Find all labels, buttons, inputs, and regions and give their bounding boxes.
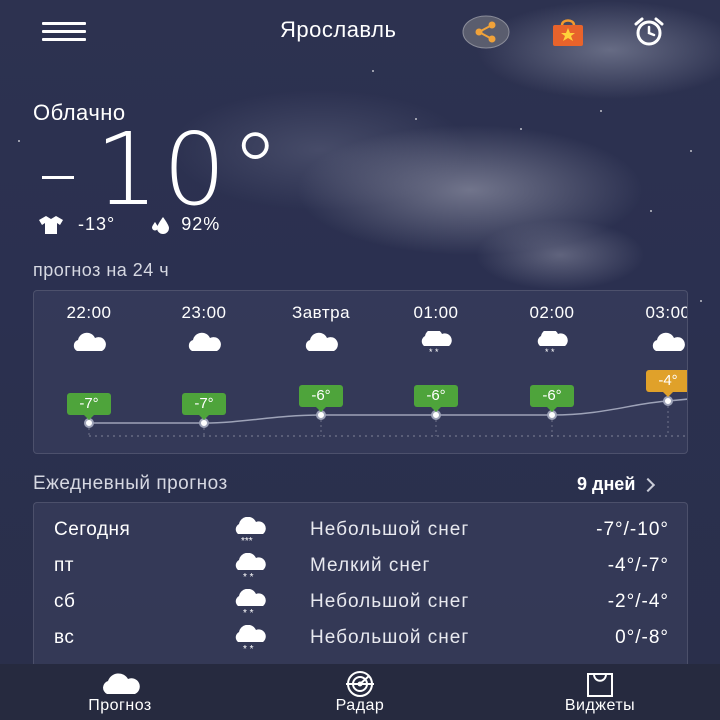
- hour-time: 02:00: [529, 303, 575, 322]
- hour-time: 03:00: [645, 303, 688, 322]
- snow-cloud-icon: * *: [235, 589, 266, 617]
- nav-forecast-tab[interactable]: Прогноз: [40, 664, 200, 720]
- hour-item: 02:00 * * -6°: [502, 291, 602, 453]
- svg-text:* *: * *: [243, 644, 254, 653]
- day-row[interactable]: пт * * Мелкий снег -4°/-7°: [34, 549, 689, 585]
- svg-text:* *: * *: [243, 572, 254, 581]
- hour-item: 03:00 -4°: [618, 291, 688, 453]
- radar-icon: [346, 671, 374, 697]
- nav-widgets-tab[interactable]: Виджеты: [520, 664, 680, 720]
- day-name: вс: [54, 627, 75, 648]
- feels-like-value: -13°: [78, 214, 116, 234]
- nav-forecast-label: Прогноз: [88, 697, 152, 714]
- daily-forecast-card: Сегодня *** Небольшой снег -7°/-10° пт *…: [33, 502, 688, 670]
- day-row[interactable]: Сегодня *** Небольшой снег -7°/-10°: [34, 513, 689, 549]
- cloud-icon: [305, 332, 338, 351]
- hour-time: 23:00: [181, 303, 227, 322]
- cloud-icon: [73, 332, 106, 351]
- svg-text:***: ***: [241, 536, 253, 545]
- day-temperature: -7°/-10°: [596, 519, 669, 540]
- hourly-forecast-title: прогноз на 24 ч: [33, 260, 170, 280]
- more-days-label: 9 дней: [577, 474, 636, 494]
- day-name: сб: [54, 591, 76, 612]
- day-row[interactable]: сб * * Небольшой снег -2°/-4°: [34, 585, 689, 621]
- current-temperature: 10°: [95, 111, 285, 228]
- hour-temp-badge: -7°: [67, 393, 111, 420]
- day-name: пт: [54, 555, 74, 576]
- hour-temp-badge: -6°: [530, 385, 574, 412]
- hour-item: 01:00 * * -6°: [386, 291, 486, 453]
- chevron-right-icon: [641, 477, 656, 492]
- alarm-clock-icon[interactable]: [632, 16, 666, 48]
- cloud-icon: [188, 332, 221, 351]
- nav-widgets-label: Виджеты: [564, 697, 636, 714]
- snow-cloud-icon: * *: [235, 625, 266, 653]
- humidity-value: 92%: [181, 214, 221, 234]
- day-row[interactable]: вс * * Небольшой снег 0°/-8°: [34, 621, 689, 657]
- day-description: Небольшой снег: [310, 519, 470, 540]
- hour-item: 23:00 -7°: [154, 291, 254, 453]
- hour-temp-badge: -6°: [299, 385, 343, 412]
- cloud-icon: [652, 332, 685, 351]
- hour-temp-badge: -7°: [182, 393, 226, 420]
- snow-cloud-icon: * *: [421, 331, 452, 355]
- svg-text:* *: * *: [243, 608, 254, 617]
- snow-cloud-icon: ***: [235, 517, 266, 545]
- hourly-forecast-card[interactable]: 22:00 -7° 23:00 -7° Завтра -6° 01:00 * *…: [33, 290, 688, 454]
- temperature-minus-sign: [42, 176, 74, 179]
- day-temperature: 0°/-8°: [615, 627, 669, 648]
- hour-time: Завтра: [291, 303, 351, 322]
- widgets-bag-icon: [587, 673, 613, 697]
- feels-like-row: -13° 92%: [38, 214, 220, 235]
- day-temperature: -2°/-4°: [607, 591, 669, 612]
- top-bar: Ярославль: [0, 0, 720, 64]
- humidity: 92%: [151, 214, 220, 235]
- daily-forecast-title: Ежедневный прогноз: [33, 473, 228, 494]
- hour-temp-badge: -4°: [646, 370, 687, 397]
- day-description: Мелкий снег: [310, 555, 431, 576]
- tshirt-icon: [39, 215, 63, 234]
- share-icon[interactable]: [462, 15, 510, 49]
- bottom-navigation: Прогноз Радар Виджеты: [0, 664, 720, 720]
- hour-temp-badge: -6°: [414, 385, 458, 412]
- shop-bag-icon[interactable]: [550, 16, 586, 48]
- snow-cloud-icon: * *: [537, 331, 568, 355]
- svg-text:* *: * *: [429, 347, 439, 355]
- humidity-drops-icon: [152, 216, 170, 234]
- day-name: Сегодня: [54, 519, 131, 540]
- nav-radar-label: Радар: [335, 697, 385, 714]
- hour-time: 22:00: [66, 303, 112, 322]
- hour-item: 22:00 -7°: [39, 291, 139, 453]
- more-days-link[interactable]: 9 дней: [577, 474, 656, 495]
- day-temperature: -4°/-7°: [607, 555, 669, 576]
- city-name[interactable]: Ярославль: [280, 17, 396, 43]
- hour-time: 01:00: [413, 303, 459, 322]
- cloud-icon: [103, 673, 140, 694]
- snow-cloud-icon: * *: [235, 553, 266, 581]
- svg-text:* *: * *: [545, 347, 555, 355]
- day-description: Небольшой снег: [310, 627, 470, 648]
- menu-icon[interactable]: [42, 22, 86, 42]
- hour-item: Завтра -6°: [271, 291, 371, 453]
- day-description: Небольшой снег: [310, 591, 470, 612]
- nav-radar-tab[interactable]: Радар: [280, 664, 440, 720]
